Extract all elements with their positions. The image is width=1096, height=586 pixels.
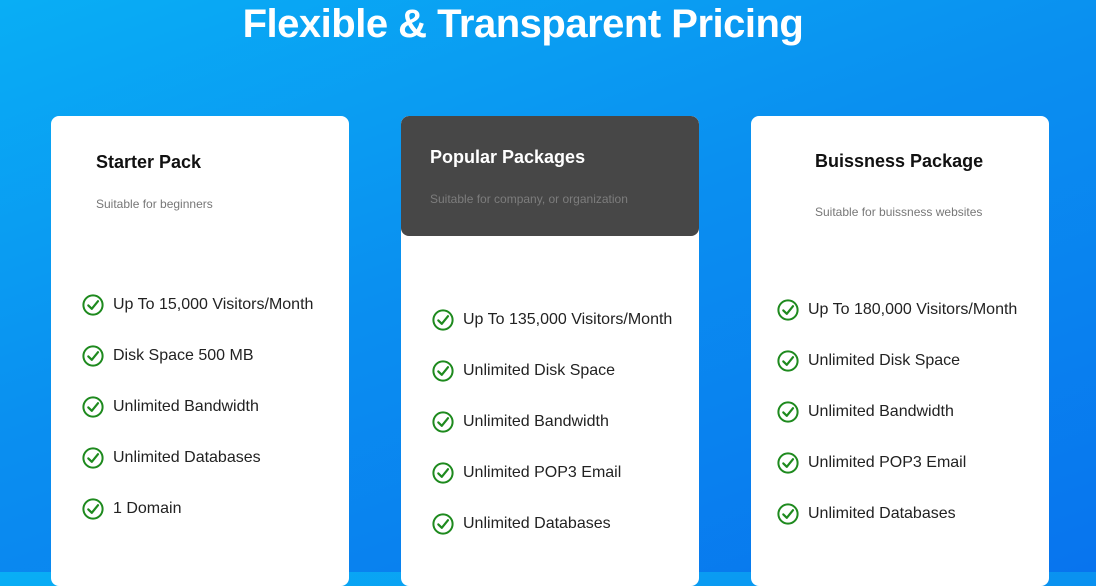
card-header: Buissness Package Suitable for buissness… xyxy=(751,116,1049,236)
feature-label: Unlimited Databases xyxy=(113,449,261,466)
check-circle-icon xyxy=(82,498,104,520)
feature-item: Unlimited Databases xyxy=(432,513,672,564)
feature-item: Up To 135,000 Visitors/Month xyxy=(432,309,672,360)
feature-item: Disk Space 500 MB xyxy=(82,345,313,396)
feature-label: Up To 135,000 Visitors/Month xyxy=(463,311,673,328)
card-header: Starter Pack Suitable for beginners xyxy=(51,116,349,236)
feature-item: Unlimited POP3 Email xyxy=(432,462,672,513)
feature-item: Unlimited Databases xyxy=(777,503,1017,554)
feature-label: Up To 180,000 Visitors/Month xyxy=(808,301,1018,318)
card-title: Popular Packages xyxy=(430,147,586,167)
card-subtitle: Suitable for company, or organization xyxy=(430,192,628,206)
feature-item: Up To 180,000 Visitors/Month xyxy=(777,299,1017,350)
feature-label: Unlimited POP3 Email xyxy=(463,464,622,481)
feature-item: Unlimited Databases xyxy=(82,447,313,498)
pricing-card-business: Buissness Package Suitable for buissness… xyxy=(751,116,1049,586)
feature-label: Up To 15,000 Visitors/Month xyxy=(113,296,314,313)
feature-list: Up To 180,000 Visitors/Month Unlimited D… xyxy=(777,299,1017,554)
check-circle-icon xyxy=(432,309,454,331)
feature-item: Unlimited Disk Space xyxy=(432,360,672,411)
feature-label: Unlimited Disk Space xyxy=(808,352,961,369)
feature-list: Up To 15,000 Visitors/Month Disk Space 5… xyxy=(82,294,313,549)
check-circle-icon xyxy=(777,452,799,474)
feature-label: Unlimited Bandwidth xyxy=(113,398,259,415)
check-circle-icon xyxy=(777,350,799,372)
check-circle-icon xyxy=(432,513,454,535)
feature-label: Unlimited Bandwidth xyxy=(463,413,609,430)
pricing-card-popular: Popular Packages Suitable for company, o… xyxy=(401,116,699,586)
feature-label: Unlimited POP3 Email xyxy=(808,454,967,471)
check-circle-icon xyxy=(432,462,454,484)
card-title: Starter Pack xyxy=(96,152,202,172)
feature-label: Unlimited Databases xyxy=(808,505,956,522)
check-circle-icon xyxy=(432,411,454,433)
check-circle-icon xyxy=(432,360,454,382)
check-circle-icon xyxy=(82,345,104,367)
feature-item: Unlimited POP3 Email xyxy=(777,452,1017,503)
page-title: Flexible & Transparent Pricing xyxy=(242,2,804,46)
feature-item: Unlimited Bandwidth xyxy=(777,401,1017,452)
check-circle-icon xyxy=(82,447,104,469)
feature-label: 1 Domain xyxy=(113,500,182,517)
feature-item: Up To 15,000 Visitors/Month xyxy=(82,294,313,345)
check-circle-icon xyxy=(82,396,104,418)
feature-item: Unlimited Bandwidth xyxy=(432,411,672,462)
feature-item: Unlimited Bandwidth xyxy=(82,396,313,447)
card-subtitle: Suitable for beginners xyxy=(96,197,213,211)
check-circle-icon xyxy=(82,294,104,316)
check-circle-icon xyxy=(777,503,799,525)
check-circle-icon xyxy=(777,401,799,423)
card-subtitle: Suitable for buissness websites xyxy=(815,205,983,219)
feature-label: Unlimited Databases xyxy=(463,515,611,532)
feature-item: 1 Domain xyxy=(82,498,313,549)
card-header: Popular Packages Suitable for company, o… xyxy=(401,116,699,236)
feature-label: Unlimited Disk Space xyxy=(463,362,616,379)
feature-label: Unlimited Bandwidth xyxy=(808,403,954,420)
card-title: Buissness Package xyxy=(815,151,984,171)
feature-label: Disk Space 500 MB xyxy=(113,347,254,364)
feature-item: Unlimited Disk Space xyxy=(777,350,1017,401)
pricing-card-starter: Starter Pack Suitable for beginners Up T… xyxy=(51,116,349,586)
check-circle-icon xyxy=(777,299,799,321)
feature-list: Up To 135,000 Visitors/Month Unlimited D… xyxy=(432,309,672,564)
